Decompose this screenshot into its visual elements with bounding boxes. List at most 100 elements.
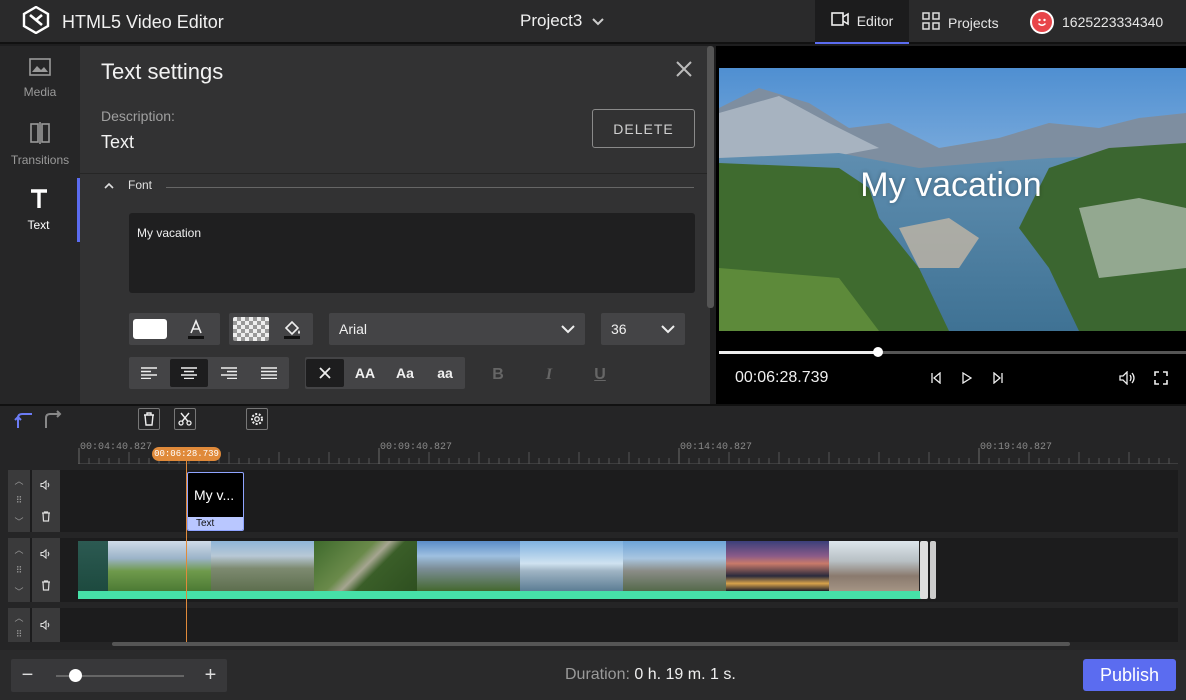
undo-button[interactable] [14, 410, 36, 435]
top-bar: HTML5 Video Editor Project3 Editor Proje… [0, 0, 1186, 44]
sidebar: Media Transitions Text [0, 46, 80, 404]
description-value: Text [101, 132, 135, 152]
chevron-up-icon [104, 178, 114, 192]
background-color-swatch[interactable] [233, 317, 269, 341]
align-left-button[interactable] [130, 359, 168, 387]
font-color-button[interactable] [177, 315, 215, 343]
video-editor-app: HTML5 Video Editor Project3 Editor Proje… [0, 0, 1186, 700]
volume-icon[interactable] [40, 548, 52, 559]
sidebar-item-transitions[interactable]: Transitions [0, 112, 80, 176]
redo-icon [45, 410, 62, 428]
timeline-scrollbar[interactable] [112, 642, 1070, 646]
trash-icon[interactable] [41, 511, 51, 522]
text-clip-tag: Text [188, 517, 243, 530]
close-button[interactable] [673, 58, 695, 80]
text-case-group: AA Aa aa [305, 357, 465, 389]
preview-progress-bar[interactable] [719, 347, 1186, 357]
video-clip[interactable] [78, 541, 926, 599]
playhead-line[interactable] [186, 461, 187, 642]
text-content-input[interactable]: My vacation [129, 213, 695, 293]
video-preview: My vacation 00:06:28.739 [716, 46, 1186, 404]
previous-frame-button[interactable] [926, 368, 946, 388]
case-upper-button[interactable]: AA [346, 359, 384, 387]
font-size-select[interactable]: 36 [601, 313, 685, 345]
preview-timecode: 00:06:28.739 [735, 369, 829, 386]
text-clip[interactable]: My v... Text [187, 472, 244, 531]
trash-icon[interactable] [41, 580, 51, 591]
zoom-out-button[interactable]: − [11, 659, 44, 692]
redo-button[interactable] [42, 410, 64, 435]
volume-icon[interactable] [40, 620, 52, 630]
project-selector[interactable]: Project3 [520, 11, 605, 31]
zoom-slider-knob[interactable] [69, 669, 83, 682]
editor-icon [830, 11, 849, 31]
delete-clip-button[interactable] [138, 408, 160, 430]
text-color-swatch[interactable] [133, 319, 167, 339]
chevron-up-icon: ︿ [14, 612, 24, 623]
video-text-overlay: My vacation [860, 166, 1042, 204]
nav-editor-tab[interactable]: Editor [815, 0, 909, 44]
image-icon [29, 57, 51, 79]
progress-knob[interactable] [872, 347, 883, 357]
panel-scrollbar[interactable] [707, 46, 714, 308]
clip-trim-handle[interactable] [920, 541, 928, 599]
timeline-ruler[interactable]: 00:04:40.827 00:09:40.827 00:14:40.827 0… [78, 442, 1178, 464]
clip-trim-handle[interactable] [930, 541, 936, 599]
playhead-time[interactable]: 00:06:28.739 [152, 447, 221, 461]
font-family-select[interactable]: Arial [329, 313, 585, 345]
brand[interactable]: HTML5 Video Editor [22, 5, 224, 39]
play-button[interactable] [957, 368, 977, 388]
panel-title: Text settings [101, 59, 224, 84]
align-right-button[interactable] [210, 359, 248, 387]
track-handle[interactable]: ︿ ⠿ ﹀ [8, 538, 30, 602]
case-title-button[interactable]: Aa [386, 359, 424, 387]
background-color-control [229, 313, 313, 345]
clip-thumbnail [417, 541, 520, 591]
clip-thumbnail [520, 541, 623, 591]
underline-button[interactable]: U [588, 363, 612, 387]
chevron-down-icon: ﹀ [14, 586, 24, 597]
track-controls [32, 608, 60, 642]
fill-color-button[interactable] [273, 315, 311, 343]
sidebar-item-label: Transitions [10, 152, 70, 167]
close-icon [676, 61, 692, 77]
nav-projects-tab[interactable]: Projects [922, 12, 999, 33]
fullscreen-button[interactable] [1151, 368, 1171, 388]
zoom-in-button[interactable]: + [194, 659, 227, 692]
drag-handle-icon: ⠿ [15, 628, 23, 639]
publish-button[interactable]: Publish [1083, 659, 1176, 691]
italic-button[interactable]: I [537, 363, 561, 387]
align-center-button[interactable] [170, 359, 208, 387]
case-none-button[interactable] [306, 359, 344, 387]
drag-handle-icon: ⠿ [15, 495, 23, 506]
clip-settings-button[interactable] [246, 408, 268, 430]
font-section-toggle[interactable]: Font [104, 178, 152, 192]
clip-thumbnail [829, 541, 919, 591]
nav-editor-label: Editor [856, 13, 894, 29]
delete-button[interactable]: DELETE [592, 109, 695, 148]
logo-icon [22, 5, 50, 39]
app-title: HTML5 Video Editor [62, 11, 224, 32]
case-lower-button[interactable]: aa [426, 359, 464, 387]
sidebar-item-media[interactable]: Media [0, 46, 80, 110]
text-clip-label: My v... [194, 487, 235, 503]
chevron-down-icon [661, 324, 675, 333]
transitions-icon [30, 121, 50, 147]
track-handle[interactable]: ︿ ⠿ ﹀ [8, 470, 30, 532]
volume-button[interactable] [1118, 368, 1138, 388]
font-section-label: Font [128, 178, 153, 192]
sidebar-item-text[interactable]: Text [0, 178, 80, 242]
close-icon [319, 367, 331, 379]
track-handle[interactable]: ︿ ⠿ [8, 608, 30, 642]
next-frame-button[interactable] [988, 368, 1008, 388]
user-menu[interactable]: 1625223334340 [1030, 10, 1163, 34]
volume-icon[interactable] [40, 480, 52, 491]
align-justify-icon [261, 367, 277, 379]
bold-button[interactable]: B [486, 363, 510, 387]
user-id: 1625223334340 [1062, 14, 1164, 30]
align-justify-button[interactable] [250, 359, 288, 387]
split-clip-button[interactable] [174, 408, 196, 430]
step-back-icon [931, 372, 941, 384]
gear-icon [251, 413, 263, 425]
play-icon [962, 372, 972, 384]
